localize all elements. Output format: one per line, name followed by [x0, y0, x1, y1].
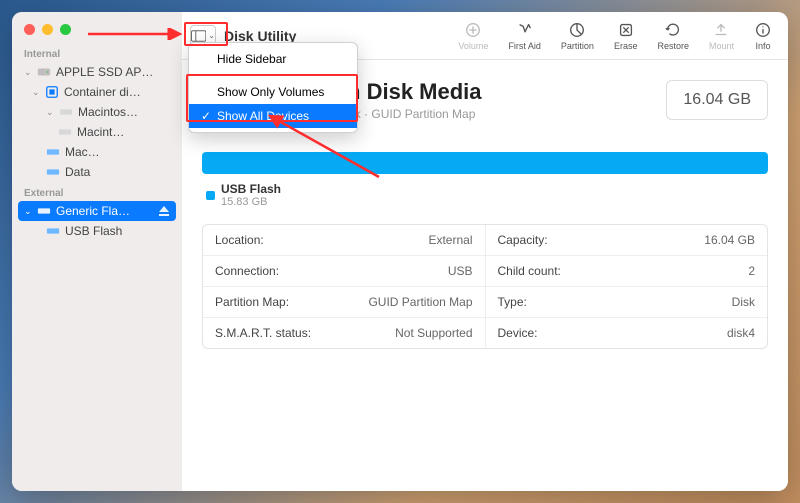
sidebar-section-internal: Internal — [12, 43, 182, 62]
info-label: Partition Map: — [215, 295, 289, 309]
usage-legend: USB Flash 15.83 GB — [202, 182, 768, 208]
info-table: Location: External Capacity: 16.04 GB Conn… — [202, 224, 768, 349]
sidebar-tree-external: ⌄ Generic Fla… USB Flash — [12, 201, 182, 241]
legend-swatch — [206, 191, 215, 200]
volume-icon — [46, 165, 60, 179]
info-label: Child count: — [498, 264, 561, 278]
sidebar-tree-internal: ⌄ APPLE SSD AP… ⌄ Container di… ⌄ Macint… — [12, 62, 182, 182]
chevron-down-icon: ⌄ — [32, 87, 40, 98]
info-label: Location: — [215, 233, 264, 247]
info-value: GUID Partition Map — [368, 295, 472, 309]
chevron-down-icon: ⌄ — [24, 67, 32, 78]
chevron-down-icon: ⌄ — [46, 107, 54, 118]
sidebar-item-apple-ssd[interactable]: ⌄ APPLE SSD AP… — [18, 62, 176, 82]
volume-icon — [46, 145, 60, 159]
menu-item-label: Hide Sidebar — [217, 52, 286, 66]
sidebar-icon — [191, 30, 206, 42]
chevron-down-icon: ⌄ — [208, 31, 215, 40]
sidebar-item-label: Generic Fla… — [56, 204, 130, 218]
info-value: 2 — [748, 264, 755, 278]
toolbar-info[interactable]: Info — [746, 21, 780, 51]
sidebar-item-container[interactable]: ⌄ Container di… — [18, 82, 176, 102]
sidebar-item-label: Container di… — [64, 85, 141, 99]
sidebar-item-generic-flash[interactable]: ⌄ Generic Fla… — [18, 201, 176, 221]
info-label: Device: — [498, 326, 538, 340]
toolbar-mount[interactable]: Mount — [701, 21, 742, 51]
sidebar-item-usb-flash[interactable]: USB Flash — [18, 221, 176, 241]
toolbar-erase[interactable]: Erase — [606, 21, 646, 51]
info-value: External — [428, 233, 472, 247]
info-value: USB — [448, 264, 473, 278]
close-button[interactable] — [24, 24, 35, 35]
view-menu: ✓ Hide Sidebar ✓ Show Only Volumes ✓ Sho… — [188, 42, 358, 133]
toolbar-first-aid[interactable]: First Aid — [500, 21, 549, 51]
menu-item-show-all-devices[interactable]: ✓ Show All Devices — [189, 104, 357, 128]
toolbar-restore[interactable]: Restore — [649, 21, 697, 51]
menu-item-label: Show Only Volumes — [217, 85, 324, 99]
usage-bar — [202, 152, 768, 174]
drive-icon — [59, 105, 73, 119]
toolbar-partition[interactable]: Partition — [553, 21, 602, 51]
sidebar-item-label: APPLE SSD AP… — [56, 65, 153, 79]
check-icon: ✓ — [201, 109, 211, 123]
info-value: Not Supported — [395, 326, 472, 340]
sidebar-item-label: Data — [65, 165, 90, 179]
sidebar: Internal ⌄ APPLE SSD AP… ⌄ Container di…… — [12, 12, 182, 491]
sidebar-item-label: USB Flash — [65, 224, 122, 238]
info-value: Disk — [732, 295, 755, 309]
info-value: 16.04 GB — [704, 233, 755, 247]
menu-separator — [189, 75, 357, 76]
info-value: disk4 — [727, 326, 755, 340]
sidebar-item-macintos[interactable]: ⌄ Macintos… — [18, 102, 176, 122]
sidebar-item-label: Macint… — [77, 125, 124, 139]
sidebar-item-label: Macintos… — [78, 105, 138, 119]
chevron-down-icon: ⌄ — [24, 206, 32, 217]
container-icon — [45, 85, 59, 99]
menu-item-show-only-volumes[interactable]: ✓ Show Only Volumes — [189, 80, 357, 104]
info-label: S.M.A.R.T. status: — [215, 326, 311, 340]
minimize-button[interactable] — [42, 24, 53, 35]
disk-size-badge: 16.04 GB — [666, 80, 768, 120]
info-label: Connection: — [215, 264, 279, 278]
sidebar-item-label: Mac… — [65, 145, 100, 159]
sidebar-section-external: External — [12, 182, 182, 201]
legend-name: USB Flash — [221, 182, 281, 196]
window-controls — [12, 12, 182, 43]
disk-utility-window: Internal ⌄ APPLE SSD AP… ⌄ Container di…… — [12, 12, 788, 491]
toolbar-volume[interactable]: Volume — [450, 21, 496, 51]
eject-icon[interactable] — [158, 205, 170, 217]
sidebar-item-data[interactable]: Data — [18, 162, 176, 182]
external-disk-icon — [37, 204, 51, 218]
menu-item-hide-sidebar[interactable]: ✓ Hide Sidebar — [189, 47, 357, 71]
volume-icon — [46, 224, 60, 238]
drive-icon — [58, 125, 72, 139]
legend-size: 15.83 GB — [221, 196, 281, 208]
hdd-icon — [37, 65, 51, 79]
zoom-button[interactable] — [60, 24, 71, 35]
info-label: Capacity: — [498, 233, 548, 247]
info-label: Type: — [498, 295, 527, 309]
sidebar-item-macint[interactable]: Macint… — [18, 122, 176, 142]
menu-item-label: Show All Devices — [217, 109, 309, 123]
sidebar-item-mac[interactable]: Mac… — [18, 142, 176, 162]
